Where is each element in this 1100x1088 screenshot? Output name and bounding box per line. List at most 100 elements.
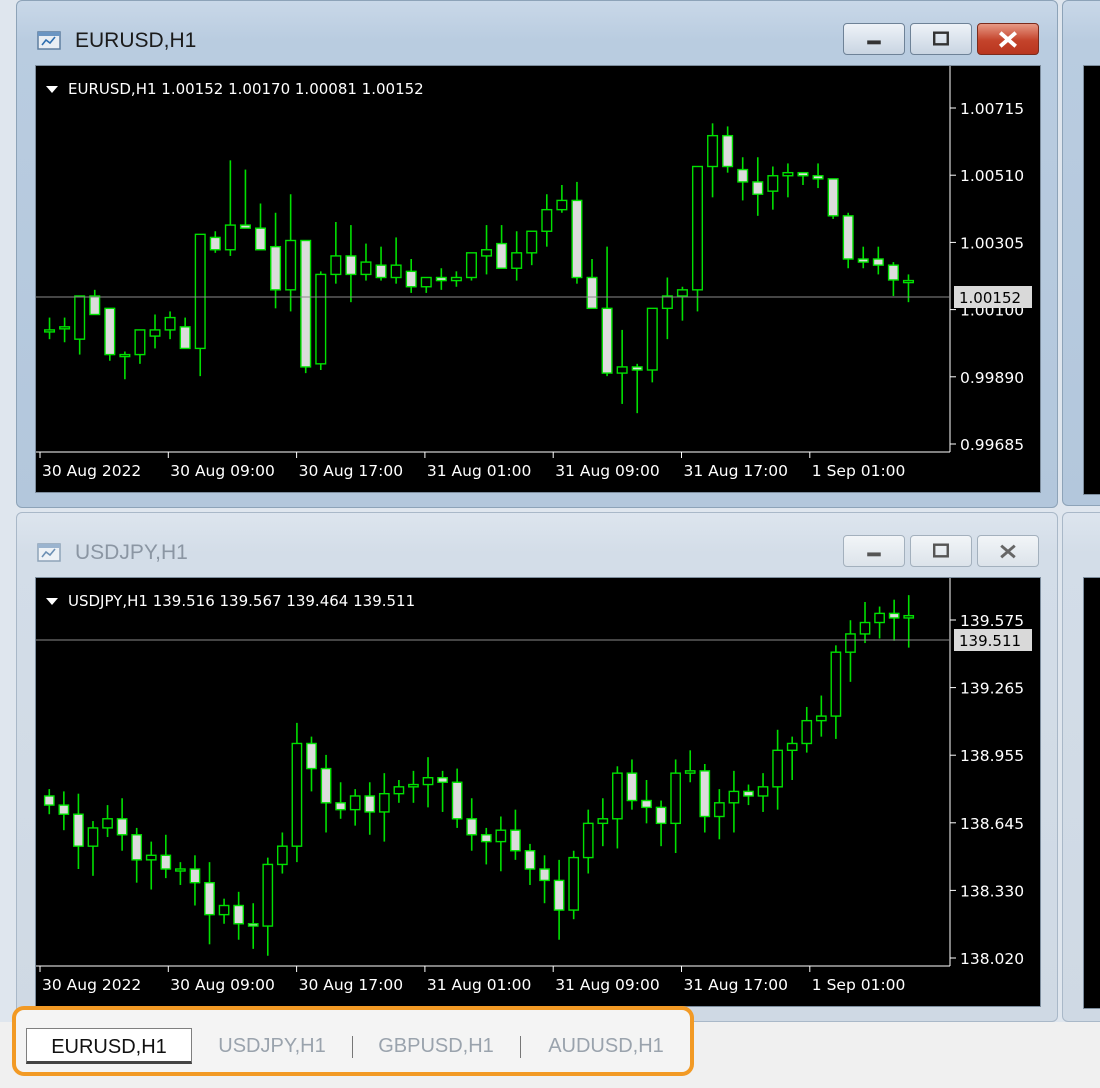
bull-candle — [859, 621, 871, 635]
bull-candle — [145, 854, 157, 861]
window-titlebar[interactable]: USDJPY,H1 — [17, 513, 1057, 571]
price-axis-label: 1.00305 — [960, 234, 1024, 252]
time-axis-label: 31 Aug 17:00 — [684, 976, 789, 994]
bull-candle — [262, 863, 274, 927]
bull-candle — [782, 171, 794, 177]
bull-candle — [390, 264, 402, 279]
tab-gbpusd[interactable]: GBPUSD,H1 — [356, 1028, 516, 1064]
bull-candle — [276, 845, 288, 866]
bull-candle — [495, 829, 507, 843]
bull-candle — [175, 868, 186, 872]
bear-candle — [626, 772, 638, 802]
bull-candle — [422, 777, 434, 786]
tab-eurusd[interactable]: EURUSD,H1 — [26, 1028, 192, 1064]
minimize-button[interactable] — [843, 535, 905, 567]
chart-menu-triangle-icon[interactable] — [46, 86, 58, 93]
chart-area-usdjpy[interactable]: USDJPY,H1 139.516 139.567 139.464 139.51… — [35, 577, 1041, 1007]
bear-candle — [812, 175, 824, 180]
bull-candle — [378, 792, 390, 813]
chart-menu-triangle-icon[interactable] — [46, 598, 58, 605]
bear-candle — [116, 818, 128, 836]
time-axis-label: 30 Aug 17:00 — [299, 462, 404, 480]
tab-audusd[interactable]: AUDUSD,H1 — [526, 1028, 686, 1064]
price-axis-label: 139.575 — [960, 612, 1024, 630]
background-chart-window-right-top[interactable] — [1062, 0, 1100, 506]
bear-candle — [247, 923, 259, 927]
bear-candle — [239, 224, 251, 229]
minimize-button[interactable] — [843, 23, 905, 55]
price-axis-label: 138.020 — [960, 950, 1024, 968]
chart-header: USDJPY,H1 139.516 139.567 139.464 139.51… — [68, 592, 415, 610]
background-chart-window-right-bottom[interactable] — [1062, 512, 1100, 1022]
bear-candle — [320, 767, 332, 804]
bull-candle — [691, 165, 704, 291]
time-axis-label: 1 Sep 01:00 — [812, 976, 906, 994]
bear-candle — [857, 258, 869, 263]
time-axis-label: 30 Aug 17:00 — [299, 976, 404, 994]
bear-candle — [43, 795, 55, 806]
bull-candle — [902, 279, 914, 284]
bull-candle — [646, 307, 658, 371]
bull-candle — [465, 252, 477, 279]
bull-candle — [119, 353, 131, 358]
bear-candle — [737, 168, 749, 183]
bull-candle — [757, 786, 769, 797]
time-axis-label: 31 Aug 01:00 — [427, 462, 532, 480]
close-button[interactable] — [977, 535, 1039, 567]
close-button[interactable] — [977, 23, 1039, 55]
window-titlebar[interactable]: EURUSD,H1 — [17, 1, 1057, 59]
bear-candle — [466, 818, 478, 836]
bull-candle — [224, 224, 236, 251]
time-axis-label: 31 Aug 01:00 — [427, 976, 532, 994]
bear-candle — [553, 879, 565, 911]
price-axis-label: 1.00510 — [960, 167, 1024, 185]
restore-button[interactable] — [910, 535, 972, 567]
bull-candle — [285, 239, 297, 291]
bear-candle — [375, 264, 387, 279]
bear-candle — [300, 239, 312, 368]
time-axis-label: 30 Aug 09:00 — [170, 462, 275, 480]
bear-candle — [437, 777, 448, 783]
price-axis-label: 138.955 — [960, 747, 1024, 765]
bull-candle — [845, 633, 856, 653]
bear-candle — [752, 181, 764, 195]
bull-candle — [713, 802, 725, 818]
chart-window-usdjpy[interactable]: USDJPY,H1 USDJPY,H1 139.516 139.567 139.… — [16, 512, 1058, 1022]
restore-button[interactable] — [910, 23, 972, 55]
time-axis-label: 31 Aug 09:00 — [555, 462, 660, 480]
bull-candle — [801, 719, 813, 745]
bull-candle — [393, 786, 405, 795]
tab-usdjpy[interactable]: USDJPY,H1 — [196, 1028, 348, 1064]
price-axis-label: 1.00715 — [960, 100, 1024, 118]
bear-candle — [306, 742, 317, 770]
price-axis-label: 138.645 — [960, 815, 1024, 833]
bull-candle — [291, 742, 303, 847]
bear-candle — [179, 326, 191, 350]
bear-candle — [496, 242, 508, 269]
bull-candle — [815, 715, 827, 722]
candlestick-chart[interactable]: USDJPY,H1 139.516 139.567 139.464 139.51… — [36, 578, 1040, 1006]
current-price-value: 1.00152 — [959, 289, 1021, 307]
bull-candle — [194, 233, 206, 350]
price-axis-label: 139.265 — [960, 680, 1024, 698]
time-axis-label: 30 Aug 09:00 — [170, 976, 275, 994]
time-axis-label: 30 Aug 2022 — [42, 462, 141, 480]
chart-window-icon — [37, 543, 61, 562]
window-title: USDJPY,H1 — [75, 541, 188, 564]
bear-candle — [510, 829, 521, 852]
candlestick-chart[interactable]: EURUSD,H1 1.00152 1.00170 1.00081 1.0015… — [36, 66, 1040, 492]
bear-candle — [131, 834, 143, 861]
bull-candle — [44, 329, 56, 333]
bull-candle — [767, 175, 779, 192]
time-axis-label: 31 Aug 17:00 — [684, 462, 789, 480]
bull-candle — [360, 261, 372, 276]
chart-window-eurusd[interactable]: EURUSD,H1 EURUSD,H1 1.00152 1.00170 1.00… — [16, 0, 1058, 508]
bull-candle — [786, 742, 798, 752]
bear-candle — [586, 276, 598, 310]
bear-candle — [104, 307, 116, 356]
bear-candle — [209, 236, 221, 251]
chart-area-eurusd[interactable]: EURUSD,H1 1.00152 1.00170 1.00081 1.0015… — [35, 65, 1041, 493]
bull-candle — [315, 273, 327, 365]
price-axis-label: 0.99685 — [960, 436, 1024, 454]
bull-candle — [616, 366, 628, 374]
